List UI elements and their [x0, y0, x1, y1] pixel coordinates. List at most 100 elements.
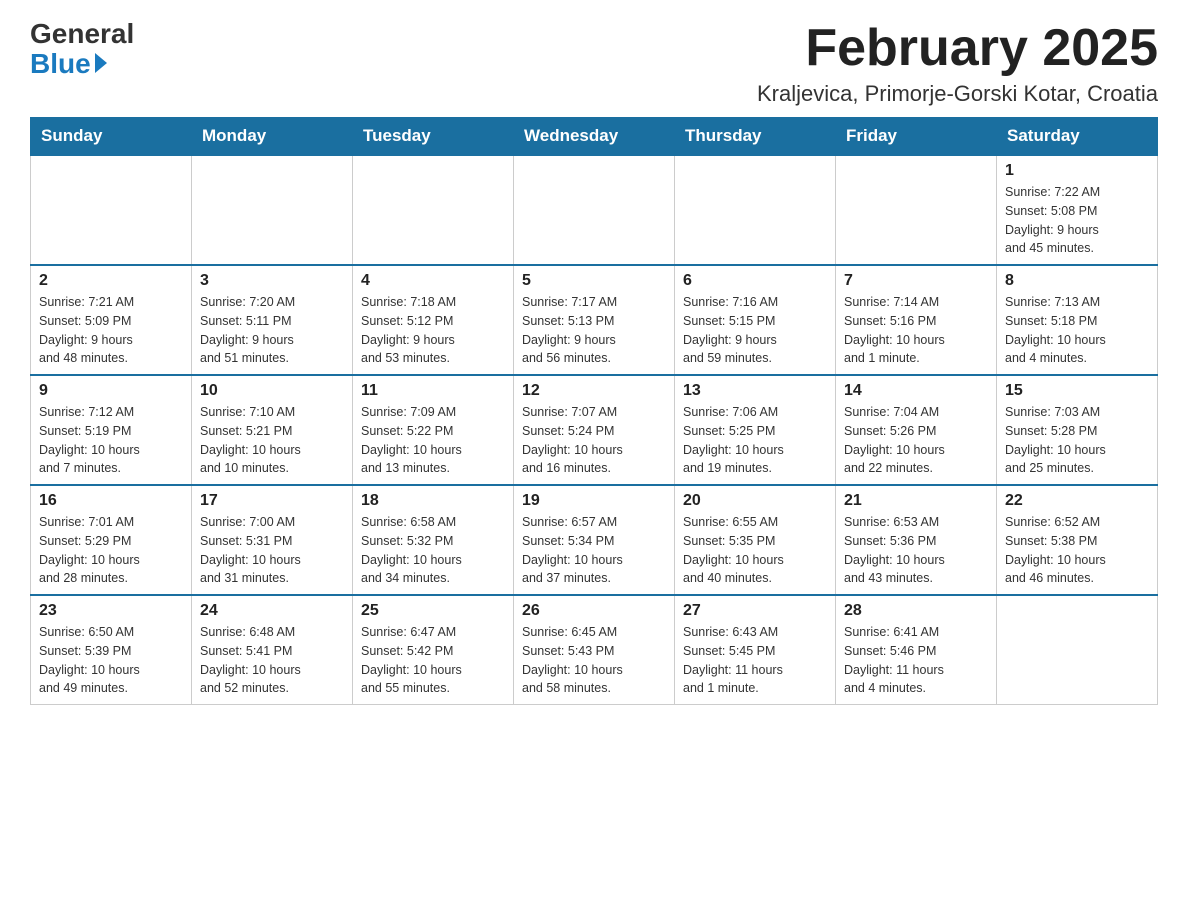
- day-number: 11: [361, 382, 505, 400]
- table-row: 15Sunrise: 7:03 AM Sunset: 5:28 PM Dayli…: [997, 375, 1158, 485]
- table-row: 11 Sunrise: 7:09 AM Sunset: 5:22 PM Dayli…: [353, 375, 514, 485]
- day-number: 18: [361, 492, 505, 510]
- day-number: 14: [844, 382, 988, 400]
- day-info: Sunrise: 7:07 AM Sunset: 5:24 PM Dayligh…: [522, 403, 666, 478]
- title-block: February 2025 Kraljevica, Primorje-Gorsk…: [757, 20, 1158, 107]
- day-number: 5: [522, 272, 666, 290]
- day-number: 27: [683, 602, 827, 620]
- day-number: 7: [844, 272, 988, 290]
- weekday-header-row: Sunday Monday Tuesday Wednesday Thursday…: [31, 118, 1158, 156]
- table-row: 22 Sunrise: 6:52 AM Sunset: 5:38 PM Dayli…: [997, 485, 1158, 595]
- day-info: Sunrise: 6:41 AM Sunset: 5:46 PM Dayligh…: [844, 623, 988, 698]
- header-friday: Friday: [836, 118, 997, 156]
- table-row: 25 Sunrise: 6:47 AM Sunset: 5:42 PM Dayli…: [353, 595, 514, 705]
- calendar-week-row: 23 Sunrise: 6:50 AM Sunset: 5:39 PM Dayli…: [31, 595, 1158, 705]
- month-title: February 2025: [757, 20, 1158, 77]
- calendar-week-row: 1 Sunrise: 7:22 AM Sunset: 5:08 PM Daylig…: [31, 155, 1158, 265]
- day-number: 22: [1005, 492, 1149, 510]
- table-row: [836, 155, 997, 265]
- day-info: Sunrise: 7:16 AM Sunset: 5:15 PM Dayligh…: [683, 293, 827, 368]
- logo-blue-text: Blue: [30, 48, 107, 80]
- table-row: 9 Sunrise: 7:12 AM Sunset: 5:19 PM Daylig…: [31, 375, 192, 485]
- calendar-week-row: 2Sunrise: 7:21 AM Sunset: 5:09 PM Daylig…: [31, 265, 1158, 375]
- day-number: 9: [39, 382, 183, 400]
- day-number: 25: [361, 602, 505, 620]
- table-row: 6 Sunrise: 7:16 AM Sunset: 5:15 PM Daylig…: [675, 265, 836, 375]
- day-number: 21: [844, 492, 988, 510]
- page-header: General Blue February 2025 Kraljevica, P…: [30, 20, 1158, 107]
- day-info: Sunrise: 7:18 AM Sunset: 5:12 PM Dayligh…: [361, 293, 505, 368]
- table-row: 18 Sunrise: 6:58 AM Sunset: 5:32 PM Dayli…: [353, 485, 514, 595]
- table-row: [675, 155, 836, 265]
- day-info: Sunrise: 6:58 AM Sunset: 5:32 PM Dayligh…: [361, 513, 505, 588]
- table-row: 3 Sunrise: 7:20 AM Sunset: 5:11 PM Daylig…: [192, 265, 353, 375]
- day-number: 1: [1005, 162, 1149, 180]
- day-info: Sunrise: 7:09 AM Sunset: 5:22 PM Dayligh…: [361, 403, 505, 478]
- table-row: 27Sunrise: 6:43 AM Sunset: 5:45 PM Dayli…: [675, 595, 836, 705]
- day-info: Sunrise: 7:21 AM Sunset: 5:09 PM Dayligh…: [39, 293, 183, 368]
- day-info: Sunrise: 7:17 AM Sunset: 5:13 PM Dayligh…: [522, 293, 666, 368]
- logo-general-text: General: [30, 20, 134, 48]
- day-info: Sunrise: 7:22 AM Sunset: 5:08 PM Dayligh…: [1005, 183, 1149, 258]
- day-number: 23: [39, 602, 183, 620]
- day-info: Sunrise: 7:04 AM Sunset: 5:26 PM Dayligh…: [844, 403, 988, 478]
- table-row: 20Sunrise: 6:55 AM Sunset: 5:35 PM Dayli…: [675, 485, 836, 595]
- table-row: 28 Sunrise: 6:41 AM Sunset: 5:46 PM Dayli…: [836, 595, 997, 705]
- calendar-week-row: 16 Sunrise: 7:01 AM Sunset: 5:29 PM Dayli…: [31, 485, 1158, 595]
- table-row: 1 Sunrise: 7:22 AM Sunset: 5:08 PM Daylig…: [997, 155, 1158, 265]
- day-number: 8: [1005, 272, 1149, 290]
- day-number: 19: [522, 492, 666, 510]
- table-row: 19 Sunrise: 6:57 AM Sunset: 5:34 PM Dayli…: [514, 485, 675, 595]
- logo-arrow-icon: [95, 53, 107, 73]
- day-number: 13: [683, 382, 827, 400]
- day-info: Sunrise: 6:57 AM Sunset: 5:34 PM Dayligh…: [522, 513, 666, 588]
- header-monday: Monday: [192, 118, 353, 156]
- day-number: 17: [200, 492, 344, 510]
- day-number: 10: [200, 382, 344, 400]
- table-row: 17 Sunrise: 7:00 AM Sunset: 5:31 PM Dayli…: [192, 485, 353, 595]
- day-info: Sunrise: 7:03 AM Sunset: 5:28 PM Dayligh…: [1005, 403, 1149, 478]
- table-row: [997, 595, 1158, 705]
- day-number: 28: [844, 602, 988, 620]
- day-number: 16: [39, 492, 183, 510]
- day-info: Sunrise: 7:01 AM Sunset: 5:29 PM Dayligh…: [39, 513, 183, 588]
- table-row: [192, 155, 353, 265]
- day-number: 6: [683, 272, 827, 290]
- day-info: Sunrise: 7:13 AM Sunset: 5:18 PM Dayligh…: [1005, 293, 1149, 368]
- day-info: Sunrise: 7:00 AM Sunset: 5:31 PM Dayligh…: [200, 513, 344, 588]
- calendar-table: Sunday Monday Tuesday Wednesday Thursday…: [30, 117, 1158, 705]
- header-tuesday: Tuesday: [353, 118, 514, 156]
- table-row: 16 Sunrise: 7:01 AM Sunset: 5:29 PM Dayli…: [31, 485, 192, 595]
- day-number: 26: [522, 602, 666, 620]
- table-row: 23 Sunrise: 6:50 AM Sunset: 5:39 PM Dayli…: [31, 595, 192, 705]
- day-number: 12: [522, 382, 666, 400]
- table-row: 24Sunrise: 6:48 AM Sunset: 5:41 PM Dayli…: [192, 595, 353, 705]
- table-row: 7 Sunrise: 7:14 AM Sunset: 5:16 PM Daylig…: [836, 265, 997, 375]
- header-sunday: Sunday: [31, 118, 192, 156]
- location-title: Kraljevica, Primorje-Gorski Kotar, Croat…: [757, 81, 1158, 107]
- table-row: 4Sunrise: 7:18 AM Sunset: 5:12 PM Daylig…: [353, 265, 514, 375]
- day-info: Sunrise: 7:10 AM Sunset: 5:21 PM Dayligh…: [200, 403, 344, 478]
- day-info: Sunrise: 6:48 AM Sunset: 5:41 PM Dayligh…: [200, 623, 344, 698]
- table-row: 13Sunrise: 7:06 AM Sunset: 5:25 PM Dayli…: [675, 375, 836, 485]
- table-row: 26Sunrise: 6:45 AM Sunset: 5:43 PM Dayli…: [514, 595, 675, 705]
- header-thursday: Thursday: [675, 118, 836, 156]
- table-row: 2Sunrise: 7:21 AM Sunset: 5:09 PM Daylig…: [31, 265, 192, 375]
- day-number: 20: [683, 492, 827, 510]
- table-row: 21 Sunrise: 6:53 AM Sunset: 5:36 PM Dayli…: [836, 485, 997, 595]
- day-info: Sunrise: 7:14 AM Sunset: 5:16 PM Dayligh…: [844, 293, 988, 368]
- table-row: 10 Sunrise: 7:10 AM Sunset: 5:21 PM Dayli…: [192, 375, 353, 485]
- day-info: Sunrise: 7:12 AM Sunset: 5:19 PM Dayligh…: [39, 403, 183, 478]
- table-row: 14 Sunrise: 7:04 AM Sunset: 5:26 PM Dayli…: [836, 375, 997, 485]
- header-saturday: Saturday: [997, 118, 1158, 156]
- day-info: Sunrise: 6:50 AM Sunset: 5:39 PM Dayligh…: [39, 623, 183, 698]
- day-info: Sunrise: 7:20 AM Sunset: 5:11 PM Dayligh…: [200, 293, 344, 368]
- table-row: [353, 155, 514, 265]
- day-info: Sunrise: 6:53 AM Sunset: 5:36 PM Dayligh…: [844, 513, 988, 588]
- table-row: 8 Sunrise: 7:13 AM Sunset: 5:18 PM Daylig…: [997, 265, 1158, 375]
- logo: General Blue: [30, 20, 134, 80]
- day-info: Sunrise: 6:52 AM Sunset: 5:38 PM Dayligh…: [1005, 513, 1149, 588]
- header-wednesday: Wednesday: [514, 118, 675, 156]
- day-info: Sunrise: 6:47 AM Sunset: 5:42 PM Dayligh…: [361, 623, 505, 698]
- day-number: 3: [200, 272, 344, 290]
